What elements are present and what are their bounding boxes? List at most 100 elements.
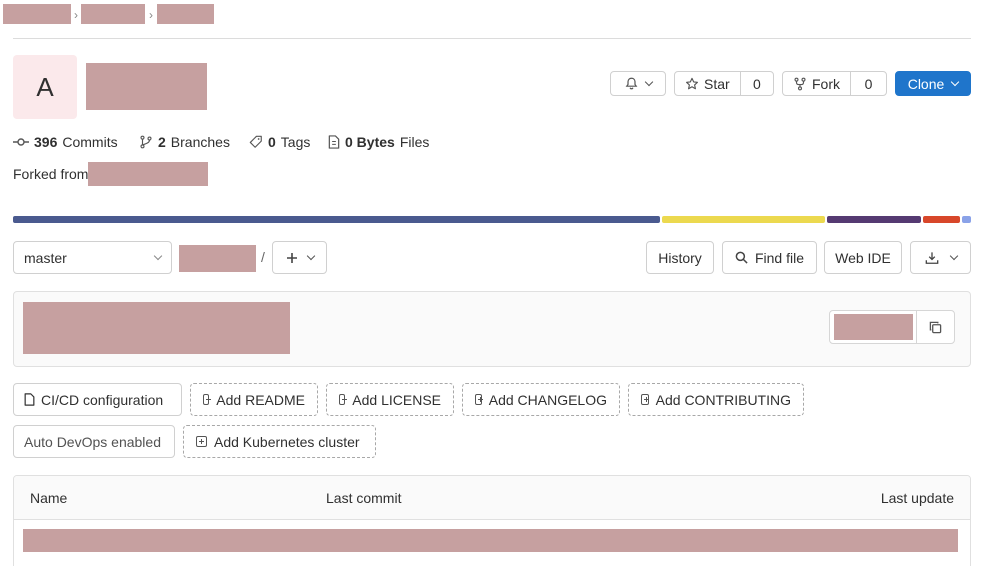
bell-icon	[625, 77, 638, 90]
language-bar-segment[interactable]	[13, 216, 660, 223]
stat-tags[interactable]: 0 Tags	[249, 134, 310, 150]
file-icon	[328, 135, 340, 149]
stat-tags-value: 0	[268, 134, 276, 150]
project-description	[23, 302, 290, 354]
fork-label: Fork	[812, 75, 840, 92]
auto-devops-label: Auto DevOps enabled	[24, 433, 161, 450]
table-row-content[interactable]	[23, 529, 958, 552]
cicd-configuration-label: CI/CD configuration	[41, 391, 164, 408]
copy-icon	[929, 321, 942, 334]
breadcrumb-separator: ›	[74, 8, 78, 22]
search-icon	[735, 251, 748, 264]
project-info-panel	[13, 291, 971, 367]
cicd-configuration-button[interactable]: CI/CD configuration	[13, 383, 182, 416]
star-button-group: Star 0	[674, 71, 774, 96]
stat-commits[interactable]: 396 Commits	[13, 134, 118, 150]
tag-icon	[249, 135, 263, 149]
project-title	[86, 63, 207, 110]
column-header-last-update: Last update	[880, 490, 954, 506]
table-header: Name Last commit Last update	[14, 476, 970, 520]
find-file-button[interactable]: Find file	[722, 241, 817, 274]
language-bar-segment[interactable]	[662, 216, 825, 223]
download-icon	[925, 251, 939, 265]
commit-icon	[13, 136, 29, 148]
fork-button-group: Fork 0	[782, 71, 887, 96]
clone-button[interactable]: Clone	[895, 71, 971, 96]
column-header-last-commit: Last commit	[326, 490, 402, 506]
auto-devops-button[interactable]: Auto DevOps enabled	[13, 425, 175, 458]
project-avatar: A	[13, 55, 77, 119]
branch-icon	[139, 135, 153, 149]
add-kubernetes-cluster-label: Add Kubernetes cluster	[214, 433, 360, 450]
chevron-down-icon	[949, 251, 958, 261]
language-bar-segment[interactable]	[827, 216, 921, 223]
web-ide-label: Web IDE	[835, 249, 891, 266]
star-button[interactable]: Star	[675, 72, 741, 95]
plus-square-icon	[339, 394, 348, 405]
add-readme-label: Add README	[216, 391, 305, 408]
stat-branches-label: Branches	[170, 134, 230, 150]
notification-dropdown-button[interactable]	[610, 71, 666, 96]
stat-commits-value: 396	[34, 134, 58, 150]
copy-url-button[interactable]	[916, 311, 954, 343]
add-changelog-label: Add CHANGELOG	[488, 391, 607, 408]
add-changelog-button[interactable]: Add CHANGELOG	[462, 383, 620, 416]
plus-icon	[286, 252, 298, 264]
fork-count[interactable]: 0	[851, 76, 886, 92]
history-button[interactable]: History	[646, 241, 714, 274]
forked-from-link[interactable]	[88, 162, 209, 186]
history-label: History	[658, 249, 702, 266]
star-icon	[685, 77, 699, 91]
stat-commits-label: Commits	[62, 134, 118, 150]
stat-branches[interactable]: 2 Branches	[139, 134, 230, 150]
project-avatar-letter: A	[36, 71, 54, 102]
breadcrumb-item-group[interactable]	[3, 4, 71, 24]
add-kubernetes-cluster-button[interactable]: Add Kubernetes cluster	[183, 425, 376, 458]
stat-files-label: Files	[399, 134, 430, 150]
chevron-down-icon	[644, 77, 653, 87]
table-row[interactable]	[14, 520, 970, 566]
add-license-button[interactable]: Add LICENSE	[326, 383, 454, 416]
add-to-tree-dropdown[interactable]	[272, 241, 327, 274]
breadcrumb-path-root[interactable]	[179, 245, 256, 272]
fork-button[interactable]: Fork	[783, 72, 851, 95]
plus-square-icon	[641, 394, 649, 405]
document-icon	[24, 393, 35, 406]
chevron-down-icon	[153, 251, 163, 261]
column-header-name: Name	[30, 490, 68, 506]
language-bar-segment[interactable]	[962, 216, 971, 223]
clone-label: Clone	[907, 75, 945, 92]
plus-square-icon	[475, 394, 483, 405]
plus-square-icon	[196, 436, 207, 447]
add-contributing-label: Add CONTRIBUTING	[655, 391, 791, 408]
ssh-clone-url[interactable]	[834, 314, 913, 340]
header-divider	[13, 38, 971, 39]
chevron-down-icon	[951, 77, 960, 87]
fork-icon	[793, 77, 807, 91]
branch-selector[interactable]: master	[13, 241, 172, 274]
plus-square-icon	[203, 394, 212, 405]
file-tree-table: Name Last commit Last update	[13, 475, 971, 566]
star-count[interactable]: 0	[741, 76, 773, 92]
breadcrumb-item-project[interactable]	[81, 4, 145, 24]
add-readme-button[interactable]: Add README	[190, 383, 318, 416]
branch-name: master	[24, 249, 67, 266]
chevron-down-icon	[306, 251, 315, 261]
stat-branches-value: 2	[158, 134, 166, 150]
ssh-clone-group	[829, 310, 955, 344]
find-file-label: Find file	[754, 249, 805, 266]
download-dropdown[interactable]	[910, 241, 971, 274]
stat-files[interactable]: 0 Bytes Files	[328, 134, 429, 150]
breadcrumb-separator: ›	[149, 8, 153, 22]
language-bar-segment[interactable]	[923, 216, 960, 223]
add-contributing-button[interactable]: Add CONTRIBUTING	[628, 383, 804, 416]
star-label: Star	[704, 75, 730, 92]
stat-files-value: 0 Bytes	[345, 134, 395, 150]
web-ide-button[interactable]: Web IDE	[824, 241, 902, 274]
path-separator: /	[261, 249, 265, 265]
forked-from-label: Forked from	[13, 166, 89, 182]
add-license-label: Add LICENSE	[352, 391, 441, 408]
stat-tags-label: Tags	[280, 134, 311, 150]
breadcrumb-item-current[interactable]	[157, 4, 214, 24]
forked-from: Forked from	[13, 162, 209, 186]
